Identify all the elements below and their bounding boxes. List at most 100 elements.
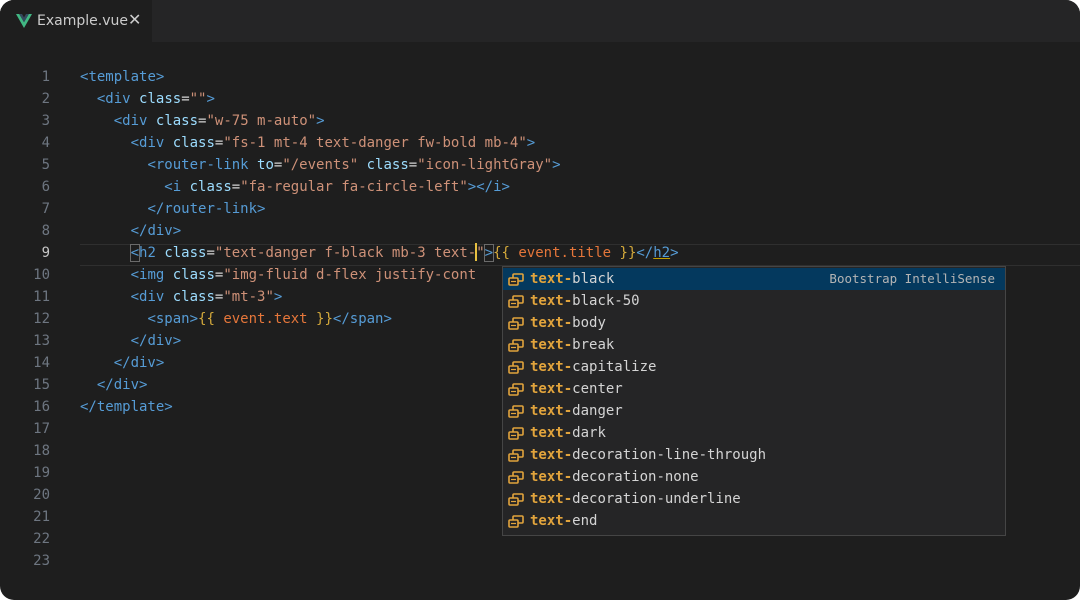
- code-token: >: [257, 201, 266, 217]
- code-token: <: [130, 289, 140, 305]
- code-token: <: [130, 135, 140, 151]
- code-token: i: [172, 179, 182, 195]
- code-text: <h2 class="text-danger f-black mb-3 text…: [80, 242, 679, 264]
- code-token: <: [113, 113, 123, 129]
- suggest-widget[interactable]: text-black Bootstrap IntelliSense text-bla…: [502, 266, 1006, 536]
- code-text: <img class="img-fluid d-flex justify-con…: [80, 264, 477, 286]
- suggest-item[interactable]: text-body: [503, 312, 1005, 334]
- code-line[interactable]: 4 <div class="fs-1 mt-4 text-danger fw-b…: [0, 132, 1080, 154]
- suggest-item[interactable]: text-capitalize: [503, 356, 1005, 378]
- code-token: class: [366, 157, 409, 173]
- code-token: {{: [198, 311, 215, 327]
- code-token: router-link: [155, 157, 249, 173]
- class-icon: [508, 404, 524, 418]
- class-icon: [508, 294, 524, 308]
- suggest-item[interactable]: text-black-50: [503, 290, 1005, 312]
- code-token: class: [172, 135, 215, 151]
- tab-filename: Example.vue: [37, 13, 128, 29]
- code-token: </: [332, 311, 350, 327]
- suggest-item[interactable]: text-black Bootstrap IntelliSense: [503, 268, 1005, 290]
- suggest-item-label: text-center: [530, 381, 623, 397]
- code-token: <: [147, 311, 156, 327]
- code-line[interactable]: 23: [0, 550, 1080, 572]
- suggest-item[interactable]: text-decoration-line-through: [503, 444, 1005, 466]
- line-number: 13: [33, 333, 50, 349]
- code-token: div: [139, 289, 165, 305]
- code-line[interactable]: 2 <div class="">: [0, 88, 1080, 110]
- code-token: >: [526, 135, 536, 151]
- close-icon[interactable]: ✕: [128, 10, 141, 30]
- line-number: 9: [41, 245, 50, 261]
- code-token: </: [130, 333, 148, 349]
- line-number: 21: [33, 509, 50, 525]
- code-line[interactable]: 7 </router-link>: [0, 198, 1080, 220]
- code-token: </: [147, 201, 165, 217]
- line-number: 20: [33, 487, 50, 503]
- suggest-item[interactable]: text-decoration-underline: [503, 488, 1005, 510]
- code-text: </div>: [80, 330, 182, 352]
- code-text: <div class="">: [80, 88, 215, 110]
- code-line[interactable]: 3 <div class="w-75 m-auto">: [0, 110, 1080, 132]
- code-line[interactable]: 1 <template>: [0, 66, 1080, 88]
- code-token: to: [257, 157, 274, 173]
- code-token: event.text: [214, 311, 317, 327]
- code-token: >: [552, 157, 561, 173]
- code-token: ": [476, 245, 485, 261]
- line-number: 15: [33, 377, 50, 393]
- code-line[interactable]: 9 <h2 class="text-danger f-black mb-3 te…: [0, 242, 1080, 264]
- tab-example-vue[interactable]: Example.vue ✕: [0, 0, 152, 42]
- code-token: "/events": [282, 157, 359, 173]
- code-token: div: [139, 135, 165, 151]
- line-number: 3: [41, 113, 50, 129]
- code-text: <span>{{ event.text }}</span>: [80, 308, 391, 330]
- code-token: >: [172, 223, 182, 239]
- class-icon: [508, 338, 524, 352]
- line-number: 23: [33, 553, 50, 569]
- line-number: 11: [33, 289, 50, 305]
- line-number: 7: [41, 201, 50, 217]
- suggest-item-label: text-break: [530, 337, 615, 353]
- code-token: "img-fluid d-flex justify-cont: [223, 267, 477, 283]
- code-token: </: [80, 399, 97, 415]
- code-token: h2: [139, 245, 156, 261]
- code-token: =: [181, 91, 190, 107]
- code-token: =: [231, 179, 241, 195]
- code-token: template: [96, 399, 165, 415]
- editor-window: Example.vue ✕ 1 <template> 2 <div class=""…: [0, 0, 1080, 600]
- code-token: span: [349, 311, 384, 327]
- code-line[interactable]: 6 <i class="fa-regular fa-circle-left"><…: [0, 176, 1080, 198]
- code-text: </div>: [80, 220, 182, 242]
- code-line[interactable]: 8 </div>: [0, 220, 1080, 242]
- code-line[interactable]: 5 <router-link to="/events" class="icon-…: [0, 154, 1080, 176]
- code-text: <div class="w-75 m-auto">: [80, 110, 325, 132]
- class-icon: [508, 382, 524, 396]
- suggest-item-label: text-decoration-line-through: [530, 447, 767, 463]
- line-number: 6: [41, 179, 50, 195]
- suggest-item[interactable]: text-danger: [503, 400, 1005, 422]
- code-token: div: [113, 377, 140, 393]
- code-token: >: [670, 245, 679, 261]
- class-icon: [508, 426, 524, 440]
- code-token: "fs-1 mt-4 text-danger fw-bold mb-4": [223, 135, 527, 151]
- code-token: span: [155, 311, 190, 327]
- suggest-item[interactable]: text-dark: [503, 422, 1005, 444]
- suggest-item[interactable]: text-decoration-none: [503, 466, 1005, 488]
- suggest-item[interactable]: text-break: [503, 334, 1005, 356]
- suggest-item-label: text-danger: [530, 403, 623, 419]
- suggest-item-label: text-dark: [530, 425, 606, 441]
- suggest-item[interactable]: text-center: [503, 378, 1005, 400]
- code-text: <router-link to="/events" class="icon-li…: [80, 154, 561, 176]
- line-number: 2: [41, 91, 50, 107]
- suggest-item[interactable]: text-end: [503, 510, 1005, 532]
